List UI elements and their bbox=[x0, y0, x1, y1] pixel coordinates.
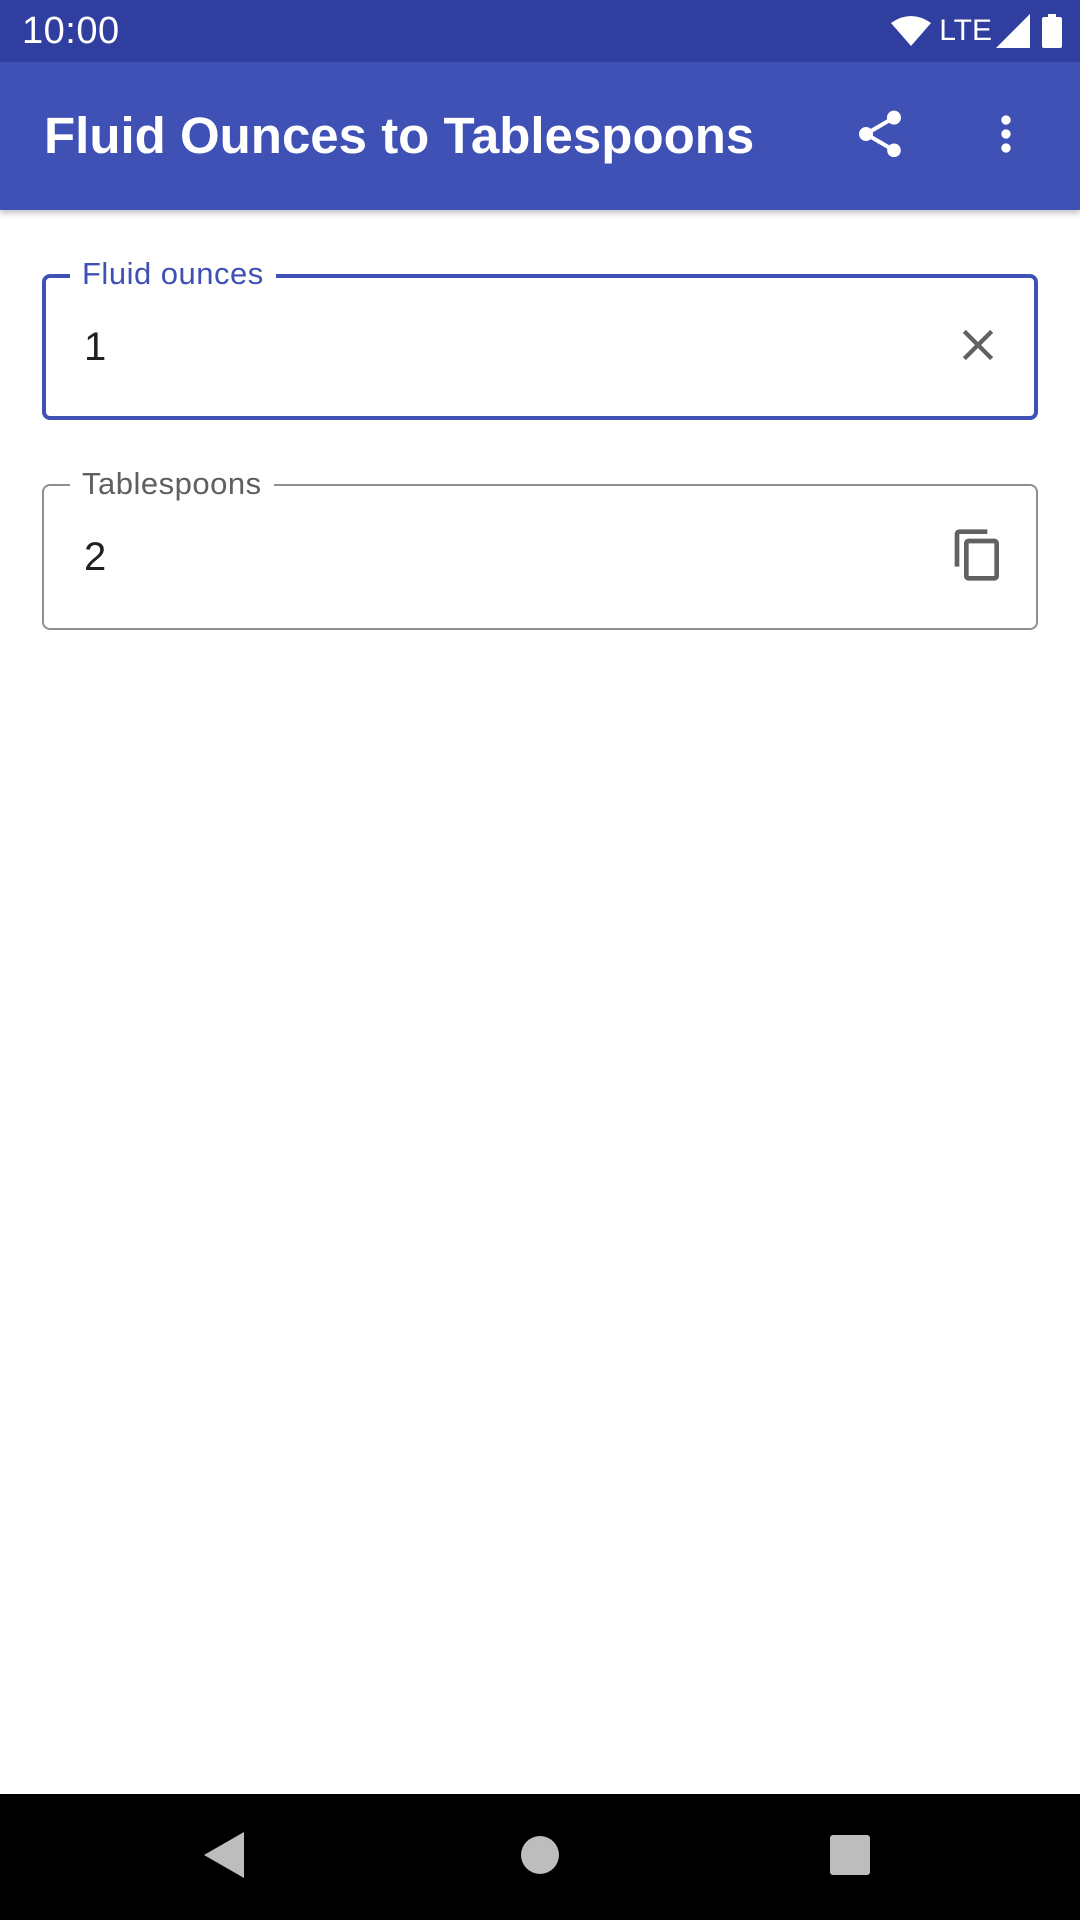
fluid-ounces-input[interactable]: 1 bbox=[84, 324, 106, 370]
share-button[interactable] bbox=[832, 88, 928, 184]
app-bar: Fluid Ounces to Tablespoons bbox=[0, 62, 1080, 210]
home-icon bbox=[520, 1835, 560, 1880]
navigation-bar bbox=[0, 1794, 1080, 1920]
tablespoons-label: Tablespoons bbox=[70, 464, 274, 504]
fluid-ounces-label: Fluid ounces bbox=[70, 254, 276, 294]
battery-icon bbox=[1042, 14, 1062, 48]
home-button[interactable] bbox=[500, 1817, 580, 1897]
copy-button[interactable] bbox=[938, 517, 1018, 597]
app-title: Fluid Ounces to Tablespoons bbox=[44, 107, 755, 164]
back-icon bbox=[202, 1830, 250, 1885]
cell-signal-icon bbox=[996, 14, 1030, 48]
tablespoons-field[interactable]: Tablespoons 2 bbox=[42, 464, 1038, 630]
status-time: 10:00 bbox=[22, 10, 120, 52]
wifi-icon bbox=[891, 15, 932, 47]
status-bar: 10:00 LTE bbox=[0, 0, 1080, 62]
tablespoons-value[interactable]: 2 bbox=[84, 534, 106, 580]
close-icon bbox=[952, 319, 1004, 376]
fluid-ounces-field[interactable]: Fluid ounces 1 bbox=[42, 254, 1038, 420]
back-button[interactable] bbox=[186, 1817, 266, 1897]
recents-icon bbox=[830, 1834, 870, 1880]
copy-icon bbox=[950, 527, 1006, 588]
status-icons: LTE bbox=[891, 12, 1062, 50]
more-vert-icon bbox=[978, 106, 1034, 167]
more-options-button[interactable] bbox=[958, 88, 1054, 184]
network-type-label: LTE bbox=[939, 14, 992, 47]
clear-button[interactable] bbox=[938, 307, 1018, 387]
recents-button[interactable] bbox=[810, 1817, 890, 1897]
share-icon bbox=[852, 106, 908, 167]
